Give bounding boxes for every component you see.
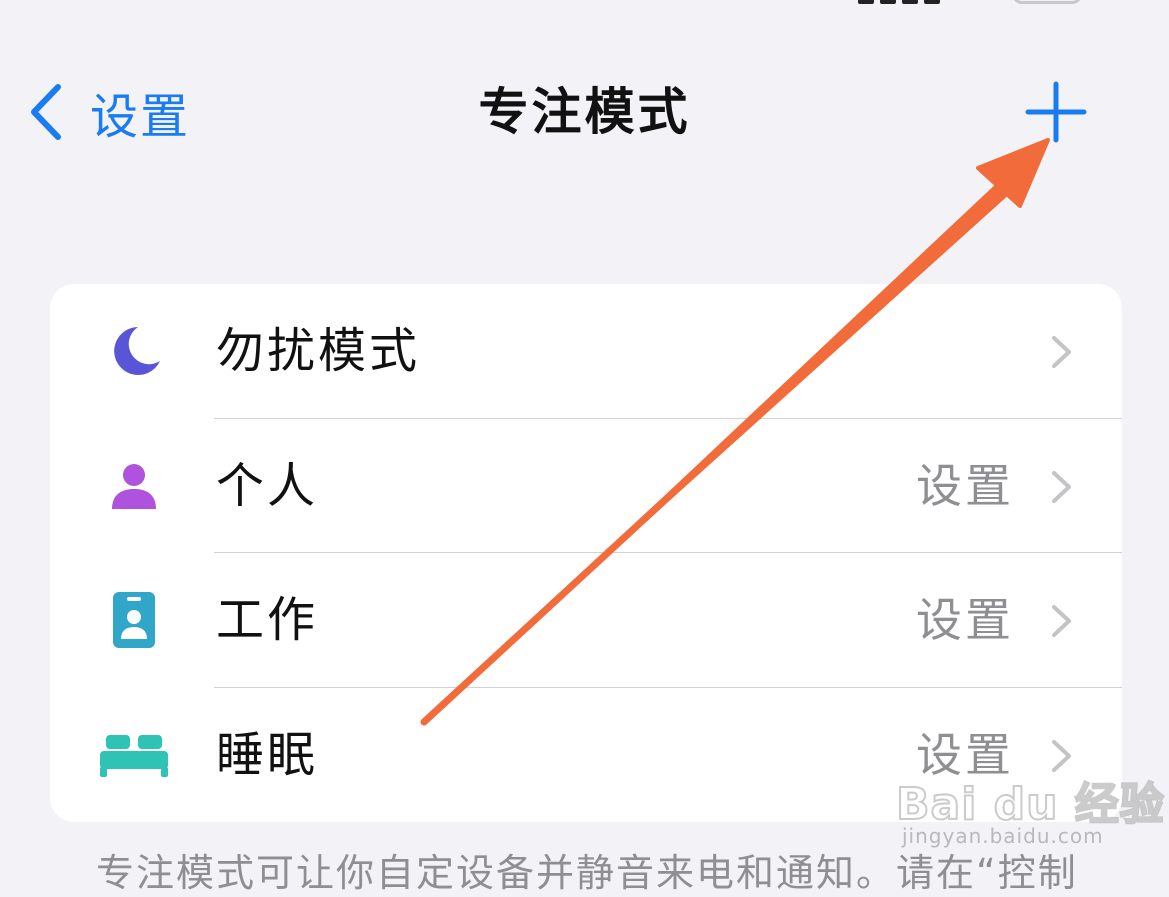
moon-icon <box>90 284 178 419</box>
focus-mode-value: 设置 <box>916 727 1014 782</box>
chevron-right-icon <box>1052 336 1071 368</box>
focus-mode-row-do-not-disturb[interactable]: 勿扰模式 <box>50 284 1122 419</box>
id-badge-icon <box>90 553 178 688</box>
focus-mode-row-personal[interactable]: 个人 设置 <box>50 419 1122 554</box>
focus-mode-value: 设置 <box>916 593 1014 647</box>
focus-mode-row-sleep[interactable]: 睡眠 设置 <box>50 688 1122 823</box>
footer-note: 专注模式可让你自定设备并静音来电和通知。请在“控制 <box>96 851 1078 895</box>
status-bar <box>0 0 1169 14</box>
focus-mode-label: 睡眠 <box>216 726 319 783</box>
chevron-right-icon <box>1052 739 1071 772</box>
person-icon <box>90 419 178 554</box>
battery-icon <box>1012 0 1082 4</box>
bed-icon <box>90 688 178 823</box>
chevron-right-icon <box>1052 605 1071 637</box>
signal-icon <box>858 0 968 4</box>
plus-icon <box>1025 81 1087 143</box>
add-focus-button[interactable] <box>1022 80 1090 144</box>
focus-mode-row-work[interactable]: 工作 设置 <box>50 553 1122 688</box>
focus-mode-label: 工作 <box>216 592 319 648</box>
chevron-right-icon <box>1052 470 1071 503</box>
focus-mode-value: 设置 <box>916 458 1014 513</box>
focus-mode-label: 个人 <box>216 457 319 514</box>
page-title: 专注模式 <box>478 83 691 141</box>
focus-mode-label: 勿扰模式 <box>216 323 421 379</box>
focus-mode-list: 勿扰模式 个人 设置 工作 设置 睡眠 设置 <box>50 284 1122 822</box>
